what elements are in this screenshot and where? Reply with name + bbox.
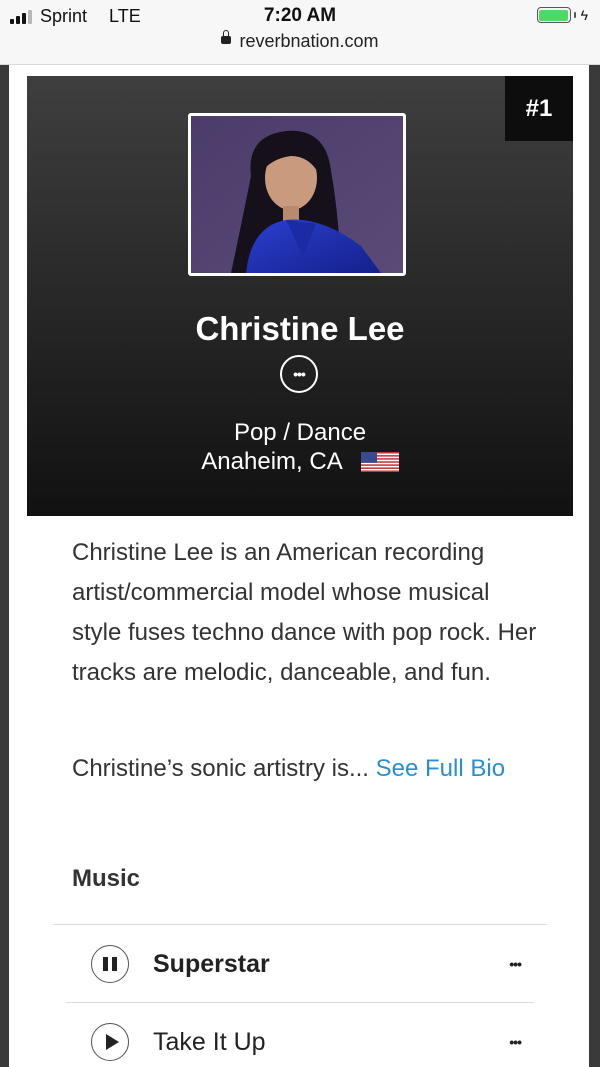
pause-icon (103, 957, 117, 971)
lock-icon (221, 30, 232, 45)
music-section-title: Music (72, 865, 141, 892)
track-row[interactable]: Take It Up ••• (91, 1017, 522, 1067)
more-options-button[interactable]: ••• (280, 355, 318, 393)
us-flag-icon (360, 452, 399, 472)
track-title[interactable]: Superstar (153, 950, 509, 979)
track-more-options-button[interactable]: ••• (509, 956, 522, 972)
artist-photo[interactable] (188, 113, 406, 276)
track-more-options-button[interactable]: ••• (509, 1034, 522, 1050)
pause-button[interactable] (91, 945, 129, 983)
charging-bolt-icon: ϟ (580, 7, 588, 23)
track-row[interactable]: Superstar ••• (91, 939, 522, 989)
page-content: #1 Christine Lee ••• Pop / Dance Anaheim… (9, 65, 589, 1067)
play-button[interactable] (91, 1023, 129, 1061)
divider (53, 924, 547, 925)
track-title[interactable]: Take It Up (153, 1028, 509, 1057)
artist-genre: Pop / Dance (233, 419, 367, 446)
artist-bio: Christine Lee is an American recording a… (72, 539, 537, 686)
url-bar[interactable]: reverbnation.com (0, 30, 600, 52)
url-text: reverbnation.com (239, 31, 379, 51)
artist-name: Christine Lee (195, 310, 405, 347)
see-full-bio-link[interactable]: See Full Bio (376, 755, 505, 782)
bio-teaser: Christine’s sonic artistry is... See Ful… (72, 749, 532, 789)
artist-header: #1 Christine Lee ••• Pop / Dance Anaheim… (27, 76, 573, 516)
divider (66, 1002, 534, 1003)
rank-badge: #1 (505, 76, 573, 141)
bio-teaser-text: Christine’s sonic artistry is... (72, 755, 369, 782)
status-time: 7:20 AM (263, 5, 337, 26)
battery-charging-icon: ϟ (536, 7, 588, 23)
play-icon (105, 1034, 119, 1050)
location-text: Anaheim, CA (201, 448, 343, 475)
artist-location: Anaheim, CA (27, 448, 573, 476)
status-bar: Sprint LTE 7:20 AM ϟ reverbnation.com (0, 0, 600, 65)
